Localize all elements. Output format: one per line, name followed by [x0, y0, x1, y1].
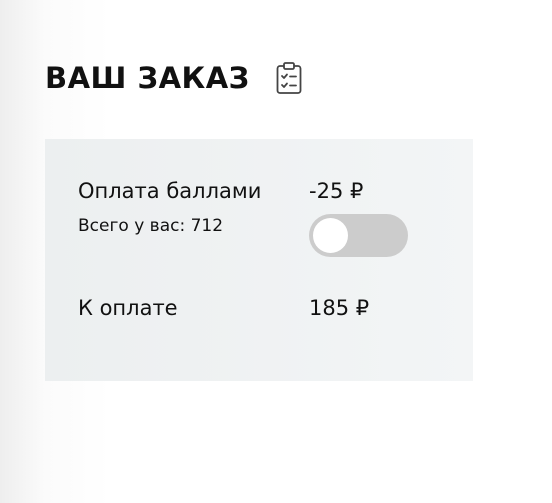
order-header: ВАШ ЗАКАЗ [45, 58, 303, 98]
points-payment-label: Оплата баллами [78, 179, 262, 203]
points-balance-text: Всего у вас: 712 [78, 216, 224, 236]
total-amount: 185 ₽ [309, 296, 370, 320]
points-discount-value: -25 ₽ [309, 179, 364, 203]
total-label: К оплате [78, 296, 178, 320]
points-payment-toggle[interactable] [309, 214, 408, 257]
order-summary-card: Оплата баллами -25 ₽ Всего у вас: 712 К … [45, 139, 473, 381]
page-title: ВАШ ЗАКАЗ [45, 61, 250, 95]
clipboard-checklist-icon [275, 61, 303, 95]
toggle-knob [313, 218, 348, 253]
